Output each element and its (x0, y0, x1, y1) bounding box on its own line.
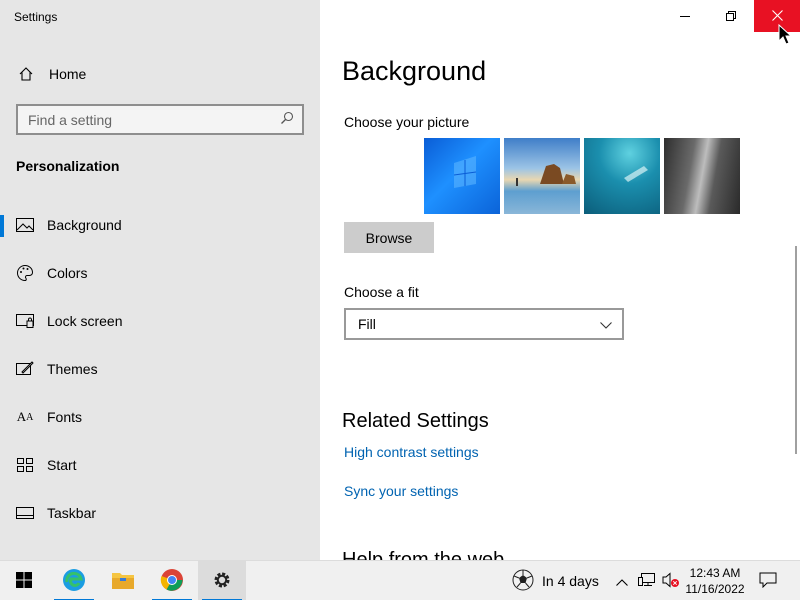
network-button[interactable] (636, 561, 658, 600)
lock-screen-icon (16, 312, 34, 330)
volume-muted-icon (662, 571, 680, 591)
restore-button[interactable] (708, 0, 754, 32)
sidebar-item-label: Background (47, 217, 122, 233)
sidebar-item-lock-screen[interactable]: Lock screen (0, 301, 320, 341)
edge-icon (62, 568, 86, 595)
sidebar-item-label: Start (47, 457, 77, 473)
fonts-icon: AA (16, 409, 34, 424)
mouse-cursor-icon (778, 23, 793, 49)
app-title: Settings (14, 10, 58, 24)
close-button[interactable] (754, 0, 800, 32)
tray-overflow-button[interactable] (612, 561, 632, 600)
sync-settings-link[interactable]: Sync your settings (344, 483, 458, 499)
fit-value: Fill (358, 316, 376, 332)
help-from-web-title: Help from the web (342, 549, 505, 560)
taskbar: In 4 days 12:43 AM 11/16/2022 (0, 560, 800, 600)
thumbnail-beach-rocks[interactable] (504, 138, 580, 214)
related-settings-title: Related Settings (342, 410, 489, 432)
palette-icon (16, 264, 34, 282)
search-box[interactable] (16, 104, 304, 135)
chevron-down-icon (600, 316, 612, 332)
sidebar-item-fonts[interactable]: AA Fonts (0, 397, 320, 437)
close-icon (771, 8, 783, 24)
picture-icon (16, 216, 34, 234)
home-link[interactable]: Home (16, 63, 86, 85)
thumbnail-windows[interactable] (424, 138, 500, 214)
sidebar-item-themes[interactable]: Themes (0, 349, 320, 389)
clock-date: 11/16/2022 (685, 582, 745, 596)
thumbnail-cliff[interactable] (664, 138, 740, 214)
restore-icon (726, 8, 736, 24)
search-input[interactable] (28, 111, 280, 128)
minimize-icon (680, 8, 690, 24)
section-title: Personalization (16, 158, 120, 174)
chevron-up-icon (616, 573, 628, 589)
minimize-button[interactable] (662, 0, 708, 32)
taskbar-icon (16, 504, 34, 522)
high-contrast-link[interactable]: High contrast settings (344, 444, 479, 460)
choose-picture-label: Choose your picture (344, 114, 470, 130)
start-button[interactable] (0, 561, 48, 600)
taskbar-chrome[interactable] (148, 561, 196, 600)
soccer-ball-icon (512, 569, 534, 594)
page-title: Background (342, 56, 487, 86)
gear-icon (212, 570, 232, 593)
sidebar-item-label: Colors (47, 265, 88, 281)
windows-logo-icon (16, 571, 32, 591)
sidebar: Settings Home Personalization Background… (0, 0, 320, 560)
taskbar-settings[interactable] (198, 561, 246, 600)
thumbnail-underwater[interactable] (584, 138, 660, 214)
search-icon[interactable] (280, 111, 294, 128)
network-icon (638, 572, 656, 591)
weather-text: In 4 days (542, 573, 599, 589)
scrollbar[interactable] (795, 246, 797, 454)
sidebar-item-start[interactable]: Start (0, 445, 320, 485)
action-center-button[interactable] (754, 561, 782, 600)
picture-thumbnails (424, 138, 740, 214)
notification-icon (759, 572, 777, 591)
browse-button[interactable]: Browse (344, 222, 434, 253)
home-icon (16, 64, 36, 84)
sidebar-item-label: Lock screen (47, 313, 123, 329)
sidebar-item-label: Themes (47, 361, 98, 377)
sidebar-item-colors[interactable]: Colors (0, 253, 320, 293)
sidebar-item-taskbar[interactable]: Taskbar (0, 493, 320, 533)
volume-button[interactable] (660, 561, 682, 600)
sidebar-item-label: Fonts (47, 409, 83, 425)
start-icon (16, 456, 34, 474)
sidebar-item-label: Taskbar (47, 505, 97, 521)
choose-fit-label: Choose a fit (344, 284, 419, 300)
taskbar-edge[interactable] (50, 561, 98, 600)
clock-time: 12:43 AM (689, 566, 741, 580)
fit-dropdown[interactable]: Fill (344, 308, 624, 340)
folder-icon (111, 570, 135, 593)
home-label: Home (49, 66, 87, 82)
weather-widget[interactable]: In 4 days (512, 561, 599, 600)
clock[interactable]: 12:43 AM 11/16/2022 (680, 565, 750, 597)
themes-icon (16, 360, 34, 378)
chrome-icon (160, 568, 184, 595)
taskbar-file-explorer[interactable] (99, 561, 147, 600)
sidebar-item-background[interactable]: Background (0, 205, 320, 245)
